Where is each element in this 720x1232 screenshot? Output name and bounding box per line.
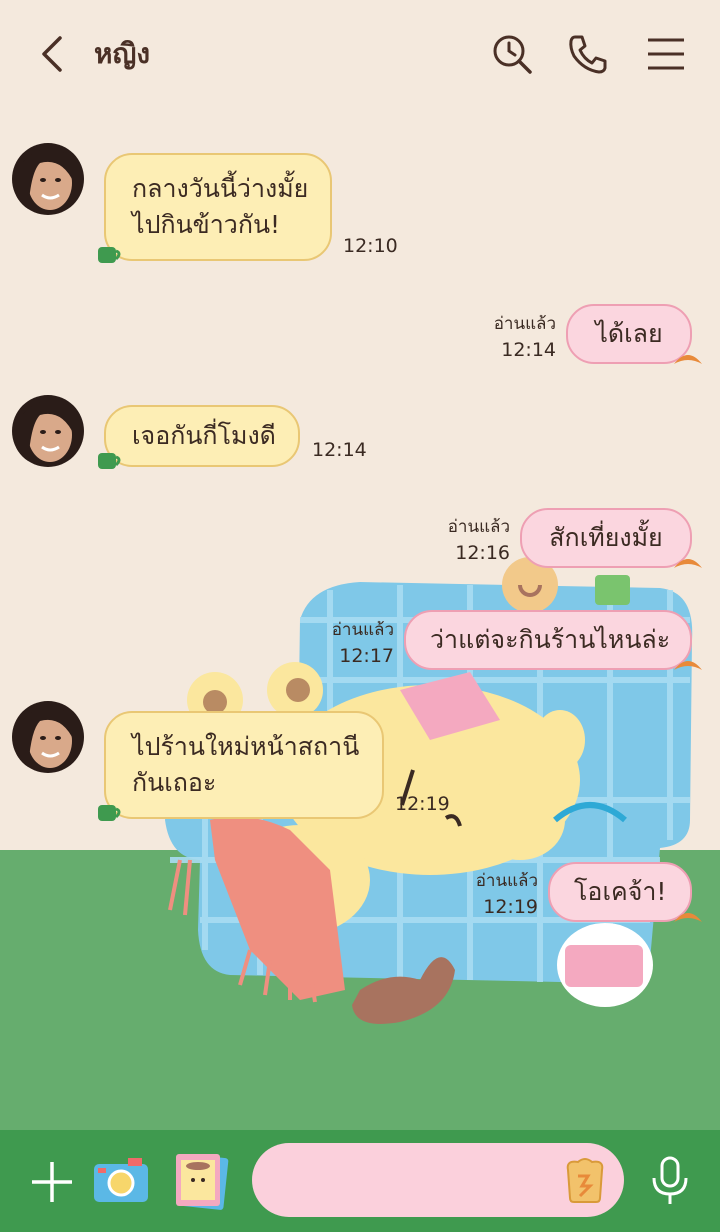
message-meta: อ่านแล้ว 12:19 bbox=[452, 868, 538, 920]
message-text-line: เจอกันกี่โมงดี bbox=[132, 421, 276, 450]
cup-icon bbox=[98, 805, 121, 821]
photo-icon[interactable] bbox=[172, 1150, 230, 1210]
chat-title: หญิง bbox=[94, 37, 150, 70]
message-text-line: สักเที่ยงมั้ย bbox=[549, 523, 663, 552]
message-bubble-incoming[interactable]: กลางวันนี้ว่างมั้ย ไปกินข้าวกัน! bbox=[104, 153, 332, 261]
message-time: 12:17 bbox=[339, 645, 394, 667]
read-receipt: อ่านแล้ว bbox=[493, 314, 556, 334]
message-text-line: ไปร้านใหม่หน้าสถานี bbox=[132, 732, 360, 761]
plus-icon[interactable] bbox=[30, 1160, 74, 1204]
message-time: 12:14 bbox=[501, 339, 556, 361]
message-bubble-outgoing[interactable]: โอเคจ้า! bbox=[548, 862, 692, 922]
message-bubble-outgoing[interactable]: ว่าแต่จะกินร้านไหนล่ะ bbox=[404, 610, 692, 670]
message-time: 12:16 bbox=[455, 542, 510, 564]
search-history-icon[interactable] bbox=[490, 32, 534, 76]
message-text-line: ได้เลย bbox=[595, 319, 663, 348]
message-bubble-outgoing[interactable]: สักเที่ยงมั้ย bbox=[520, 508, 692, 568]
contact-avatar[interactable] bbox=[12, 701, 84, 773]
toast-sticker-icon[interactable] bbox=[560, 1156, 610, 1206]
camera-icon[interactable] bbox=[92, 1156, 150, 1204]
message-bubble-incoming[interactable]: ไปร้านใหม่หน้าสถานี กันเถอะ bbox=[104, 711, 384, 819]
menu-icon[interactable] bbox=[644, 32, 688, 76]
cup-icon bbox=[98, 453, 121, 469]
message-bubble-incoming[interactable]: เจอกันกี่โมงดี bbox=[104, 405, 300, 467]
croissant-icon bbox=[674, 913, 702, 922]
cup-icon bbox=[98, 247, 121, 263]
message-time: 12:10 bbox=[343, 235, 398, 257]
croissant-icon bbox=[674, 355, 702, 364]
message-text-line: โอเคจ้า! bbox=[574, 877, 667, 906]
microphone-icon[interactable] bbox=[648, 1156, 692, 1206]
read-receipt: อ่านแล้ว bbox=[475, 871, 538, 891]
contact-avatar[interactable] bbox=[12, 143, 84, 215]
contact-avatar[interactable] bbox=[12, 395, 84, 467]
back-arrow-icon[interactable] bbox=[34, 34, 74, 74]
message-time: 12:14 bbox=[312, 439, 367, 461]
read-receipt: อ่านแล้ว bbox=[331, 620, 394, 640]
message-text-line: กลางวันนี้ว่างมั้ย bbox=[132, 174, 309, 203]
message-time: 12:19 bbox=[483, 896, 538, 918]
croissant-icon bbox=[674, 559, 702, 568]
message-meta: อ่านแล้ว 12:17 bbox=[308, 617, 394, 669]
croissant-icon bbox=[674, 661, 702, 670]
message-text-line: ว่าแต่จะกินร้านไหนล่ะ bbox=[430, 625, 671, 654]
message-meta: อ่านแล้ว 12:14 bbox=[470, 311, 556, 363]
chat-header: หญิง bbox=[0, 0, 720, 106]
read-receipt: อ่านแล้ว bbox=[447, 517, 510, 537]
message-meta: อ่านแล้ว 12:16 bbox=[424, 514, 510, 566]
phone-icon[interactable] bbox=[566, 32, 610, 76]
message-text-line: ไปกินข้าวกัน! bbox=[132, 210, 281, 239]
message-text-line: กันเถอะ bbox=[132, 768, 217, 797]
message-time: 12:19 bbox=[395, 793, 450, 815]
